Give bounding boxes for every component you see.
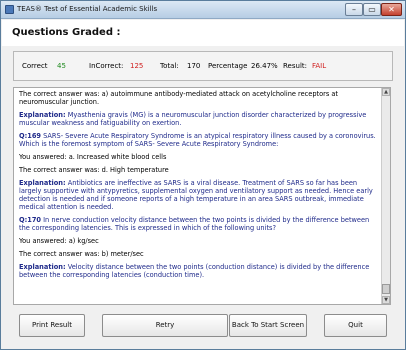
heading-band: Questions Graded :: [2, 20, 404, 46]
correct-answer-line: The correct answer was: b) meter/sec: [19, 250, 144, 258]
explanation-text: Velocity distance between the two points…: [19, 263, 370, 279]
results-summary: Correct 45 InCorrect: 125 Total: 170 Per…: [13, 51, 393, 81]
explanation: Explanation: Myasthenia gravis (MG) is a…: [19, 111, 379, 127]
explanation: Explanation: Antibiotics are ineffective…: [19, 179, 379, 211]
incorrect-label: InCorrect:: [89, 62, 124, 70]
explanation-text: Antibiotics are ineffective as SARS is a…: [19, 179, 373, 211]
correct-value: 45: [57, 62, 66, 70]
close-button[interactable]: ✕: [381, 3, 402, 16]
explanation-label: Explanation:: [19, 111, 66, 119]
question-170: Q:170 In nerve conduction velocity dista…: [19, 216, 379, 232]
app-window: TEAS® Test of Essential Academic Skills …: [0, 0, 406, 350]
results-text-area[interactable]: The correct answer was: a) autoimmune an…: [13, 87, 391, 305]
explanation-label: Explanation:: [19, 263, 66, 271]
total-label: Total:: [160, 62, 179, 70]
retry-button[interactable]: Retry: [102, 314, 228, 337]
question-number: Q:169: [19, 132, 42, 140]
app-icon: [5, 5, 14, 14]
back-to-start-button[interactable]: Back To Start Screen: [229, 314, 307, 337]
percentage-value: 26.47%: [251, 62, 278, 70]
answer-line: The correct answer was: a) autoimmune an…: [19, 90, 339, 106]
scroll-down-icon[interactable]: ▼: [382, 296, 390, 304]
correct-answer-line: The correct answer was: d. High temperat…: [19, 166, 169, 174]
question-text: In nerve conduction velocity distance be…: [19, 216, 370, 232]
page-title: Questions Graded :: [12, 27, 121, 38]
print-result-button[interactable]: Print Result: [19, 314, 85, 337]
question-number: Q:170: [19, 216, 42, 224]
correct-label: Correct: [22, 62, 48, 70]
your-answer-line: You answered: a) kg/sec: [19, 237, 99, 245]
total-value: 170: [187, 62, 201, 70]
vertical-scrollbar[interactable]: ▲ ▼: [381, 88, 390, 304]
your-answer-line: You answered: a. Increased white blood c…: [19, 153, 167, 161]
scroll-up-icon[interactable]: ▲: [382, 88, 390, 96]
explanation-text: Myasthenia gravis (MG) is a neuromuscula…: [19, 111, 367, 127]
result-value: FAIL: [312, 62, 327, 70]
title-bar[interactable]: TEAS® Test of Essential Academic Skills …: [1, 1, 405, 19]
minimize-button[interactable]: –: [345, 3, 363, 16]
question-text: SARS- Severe Acute Respiratory Syndrome …: [19, 132, 376, 148]
incorrect-value: 125: [130, 62, 144, 70]
explanation-label: Explanation:: [19, 179, 66, 187]
window-title: TEAS® Test of Essential Academic Skills: [17, 5, 158, 13]
scroll-thumb[interactable]: [382, 284, 390, 294]
results-text-content: The correct answer was: a) autoimmune an…: [19, 90, 379, 284]
result-label: Result:: [283, 62, 307, 70]
explanation: Explanation: Velocity distance between t…: [19, 263, 379, 279]
maximize-button[interactable]: ▭: [363, 3, 381, 16]
quit-button[interactable]: Quit: [324, 314, 387, 337]
question-169: Q:169 SARS- Severe Acute Respiratory Syn…: [19, 132, 379, 148]
percentage-label: Percentage: [208, 62, 248, 70]
